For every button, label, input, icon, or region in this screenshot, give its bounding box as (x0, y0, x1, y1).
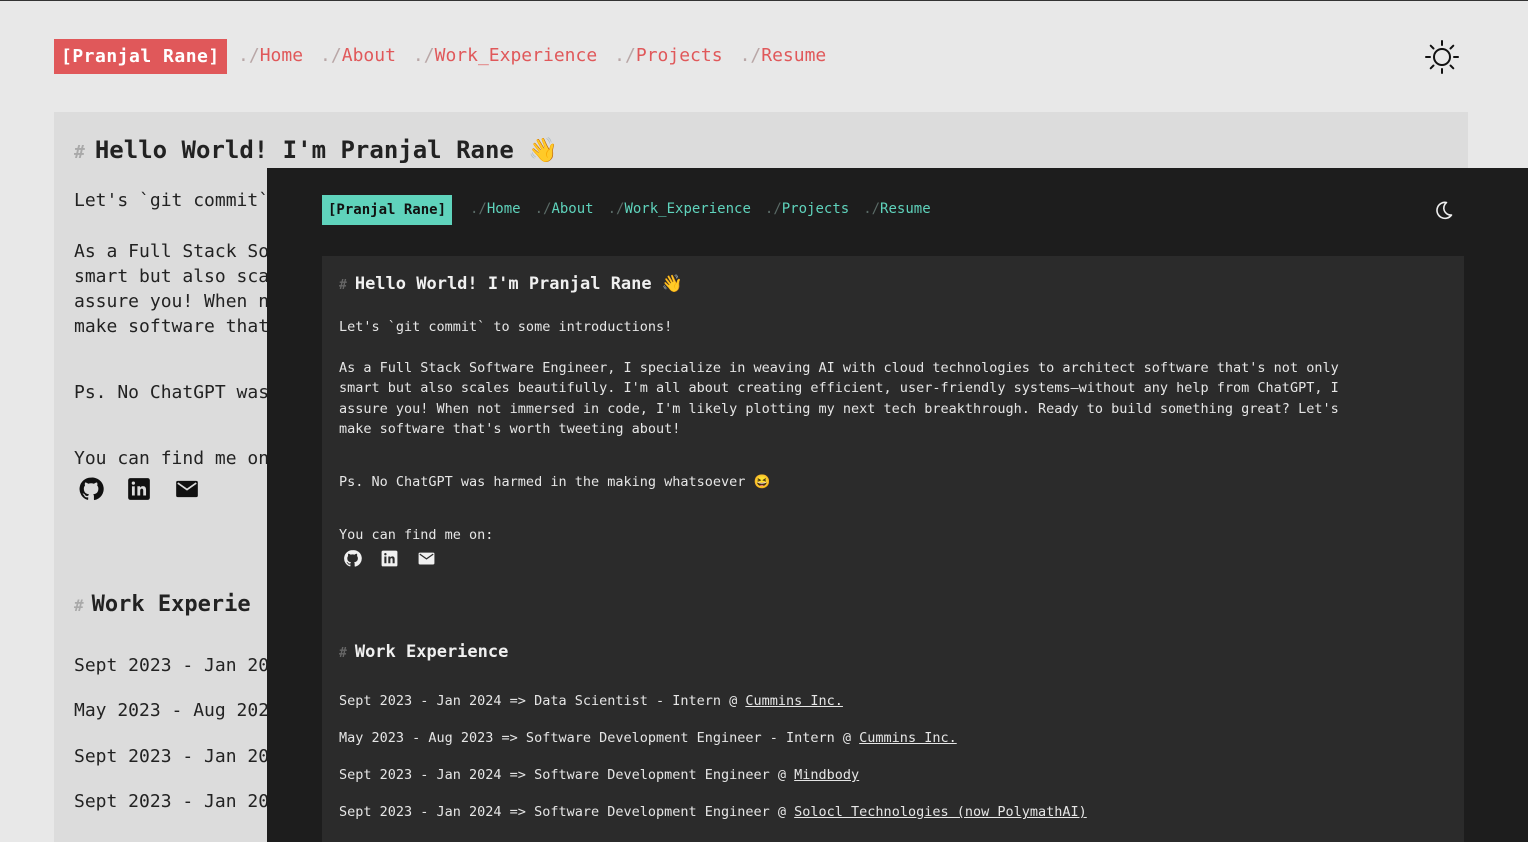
dark-job-line: May 2023 - Aug 2023 => Software Developm… (339, 730, 957, 746)
dark-nav-projects[interactable]: ./Projects (765, 201, 849, 217)
light-para-line: As a Full Stack So (74, 241, 270, 262)
light-intro-text: Let's `git commit` (74, 190, 270, 211)
light-job-line: May 2023 - Aug 202 (74, 700, 270, 721)
dark-job-line: Sept 2023 - Jan 2024 => Software Develop… (339, 804, 1087, 820)
light-nav-projects[interactable]: ./Projects (614, 45, 722, 66)
light-nav-work-experience[interactable]: ./Work_Experience (413, 45, 597, 66)
dark-ps-text: Ps. No ChatGPT was harmed in the making … (339, 474, 771, 490)
dark-nav-work-experience[interactable]: ./Work_Experience (608, 201, 751, 217)
light-social-links (78, 476, 200, 502)
linkedin-icon[interactable] (380, 549, 399, 568)
light-nav-about[interactable]: ./About (320, 45, 396, 66)
mail-icon[interactable] (174, 476, 200, 502)
sun-icon[interactable] (1424, 39, 1460, 75)
dark-work-heading: # Work Experience (339, 642, 509, 662)
light-job-line: Sept 2023 - Jan 20 (74, 655, 270, 676)
light-brand-logo[interactable]: [Pranjal Rane] (54, 39, 227, 74)
dark-content-card (322, 256, 1464, 842)
light-job-line: Sept 2023 - Jan 20 (74, 746, 270, 767)
light-hero-heading: # Hello World! I'm Pranjal Rane 👋 (74, 136, 559, 164)
light-para-line: assure you! When n (74, 291, 270, 312)
dark-nav-home[interactable]: ./Home (470, 201, 521, 217)
light-find-me-text: You can find me on: (74, 448, 280, 469)
light-navbar: [Pranjal Rane] ./Home ./About ./Work_Exp… (0, 0, 1528, 112)
dark-nav-resume[interactable]: ./Resume (863, 201, 930, 217)
dark-find-me-text: You can find me on: (339, 527, 494, 543)
light-para-line: make software that (74, 316, 270, 337)
dark-job-line: Sept 2023 - Jan 2024 => Software Develop… (339, 767, 860, 783)
company-link[interactable]: Solocl Technologies (now PolymathAI) (794, 804, 1087, 820)
mail-icon[interactable] (417, 549, 436, 568)
dark-nav-about[interactable]: ./About (535, 201, 594, 217)
company-link[interactable]: Mindbody (794, 767, 859, 783)
dark-para-line: smart but also scales beautifully. I'm a… (339, 380, 1339, 396)
dark-para-line: make software that's worth tweeting abou… (339, 421, 681, 437)
light-nav-home[interactable]: ./Home (238, 45, 303, 66)
company-link[interactable]: Cummins Inc. (745, 693, 843, 709)
moon-icon[interactable] (1432, 199, 1454, 221)
light-nav-links: ./Home ./About ./Work_Experience ./Proje… (238, 45, 826, 66)
dark-social-links (343, 549, 436, 568)
dark-hero-heading: # Hello World! I'm Pranjal Rane 👋 (339, 274, 684, 294)
dark-para-line: As a Full Stack Software Engineer, I spe… (339, 360, 1339, 376)
dark-intro-text: Let's `git commit` to some introductions… (339, 319, 673, 335)
light-job-line: Sept 2023 - Jan 20 (74, 791, 270, 812)
linkedin-icon[interactable] (126, 476, 152, 502)
github-icon[interactable] (78, 476, 104, 502)
dark-theme-window: [Pranjal Rane] ./Home ./About ./Work_Exp… (267, 168, 1528, 842)
light-work-heading: # Work Experie (74, 592, 251, 617)
light-ps-text: Ps. No ChatGPT was (74, 382, 270, 403)
company-link[interactable]: Cummins Inc. (859, 730, 957, 746)
dark-para-line: assure you! When not immersed in code, I… (339, 401, 1339, 417)
dark-brand-logo[interactable]: [Pranjal Rane] (322, 195, 453, 225)
light-para-line: smart but also sca (74, 266, 270, 287)
dark-job-line: Sept 2023 - Jan 2024 => Data Scientist -… (339, 693, 843, 709)
light-nav-resume[interactable]: ./Resume (740, 45, 827, 66)
dark-nav-links: ./Home ./About ./Work_Experience ./Proje… (470, 201, 931, 217)
github-icon[interactable] (343, 549, 362, 568)
